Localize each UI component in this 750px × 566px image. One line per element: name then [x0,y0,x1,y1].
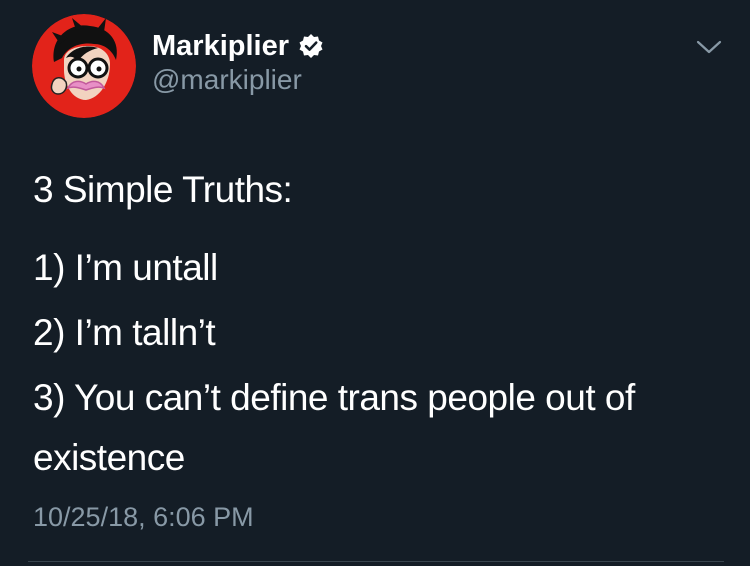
tweet-text-line-2: 2) I’m talln’t [33,312,216,353]
author-name-row[interactable]: Markiplier [152,28,324,64]
avatar[interactable] [32,14,136,118]
avatar-icon [32,14,136,118]
divider [28,561,724,562]
tweet-text-heading: 3 Simple Truths: [33,169,293,210]
tweet-text-line-3: 3) You can’t define trans people out of [33,377,635,418]
tweet-timestamp[interactable]: 10/25/18, 6:06 PM [33,502,254,533]
author-handle[interactable]: @markiplier [152,64,302,96]
tweet-text-line-1: 1) I’m untall [33,247,218,288]
tweet-card: Markiplier @markiplier 3 Simple Truths: … [0,0,750,566]
tweet-text-line-4: existence [33,437,185,478]
author-display-name[interactable]: Markiplier [152,30,289,63]
chevron-down-icon[interactable] [695,36,723,58]
verified-badge-icon [298,33,324,59]
